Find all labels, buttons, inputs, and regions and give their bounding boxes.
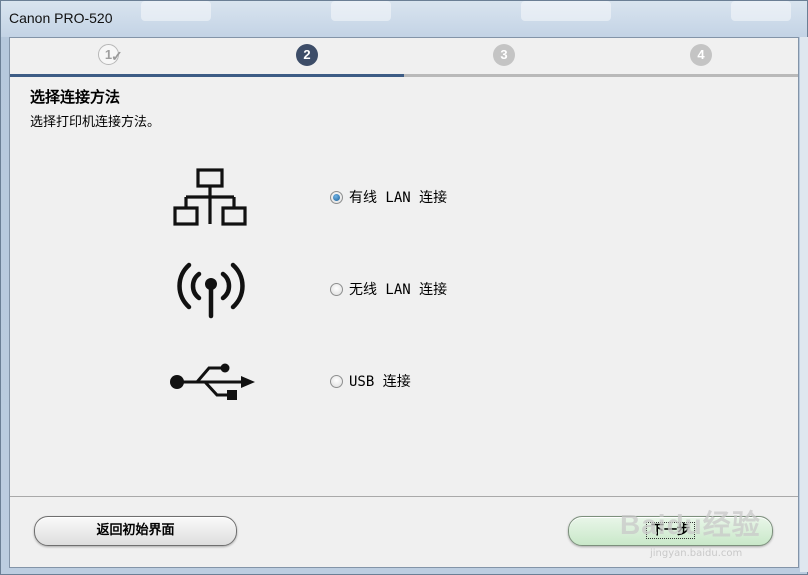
step-indicator: 1 ✓ 2 3 4 [10, 38, 798, 77]
page-title: 选择连接方法 [30, 88, 121, 106]
option-wireless-lan-label[interactable]: 无线 LAN 连接 [349, 279, 447, 299]
option-wired-lan[interactable]: 有线 LAN 连接 [330, 187, 447, 207]
title-bar[interactable]: Canon PRO-520 [1, 1, 807, 37]
baidu-watermark: Baidu经验 [620, 509, 761, 540]
background-blur [331, 1, 391, 21]
option-wireless-lan[interactable]: 无线 LAN 连接 [330, 279, 447, 299]
wired-network-icon [173, 168, 247, 226]
checkmark-icon: ✓ [111, 48, 123, 64]
background-blur [521, 1, 611, 21]
option-usb-label[interactable]: USB 连接 [349, 371, 411, 391]
window-edge [800, 37, 808, 572]
footer-divider [10, 496, 798, 497]
step-4: 4 [690, 44, 712, 66]
page-subtitle: 选择打印机连接方法。 [30, 115, 161, 130]
window-title: Canon PRO-520 [9, 10, 113, 26]
baidu-watermark-url: jingyan.baidu.com [650, 548, 743, 559]
background-blur [141, 1, 211, 21]
radio-wireless-lan[interactable] [330, 282, 343, 296]
option-usb[interactable]: USB 连接 [330, 371, 411, 391]
installer-window: Canon PRO-520 1 ✓ 2 3 4 选择连接方法 选择打印机连接方法… [0, 0, 808, 575]
radio-usb[interactable] [330, 374, 343, 388]
option-wired-lan-label[interactable]: 有线 LAN 连接 [349, 187, 447, 207]
dialog-content: 1 ✓ 2 3 4 选择连接方法 选择打印机连接方法。 有线 LAN 连接 无线… [9, 37, 799, 568]
usb-icon [170, 363, 255, 400]
progress-fill [10, 74, 404, 77]
step-2-active: 2 [296, 44, 318, 66]
radio-wired-lan[interactable] [330, 190, 343, 204]
background-blur [731, 1, 791, 21]
step-1-done: 1 ✓ [98, 44, 123, 65]
back-to-start-button[interactable]: 返回初始界面 [34, 516, 237, 546]
step-3: 3 [493, 44, 515, 66]
wireless-signal-icon [177, 262, 245, 319]
